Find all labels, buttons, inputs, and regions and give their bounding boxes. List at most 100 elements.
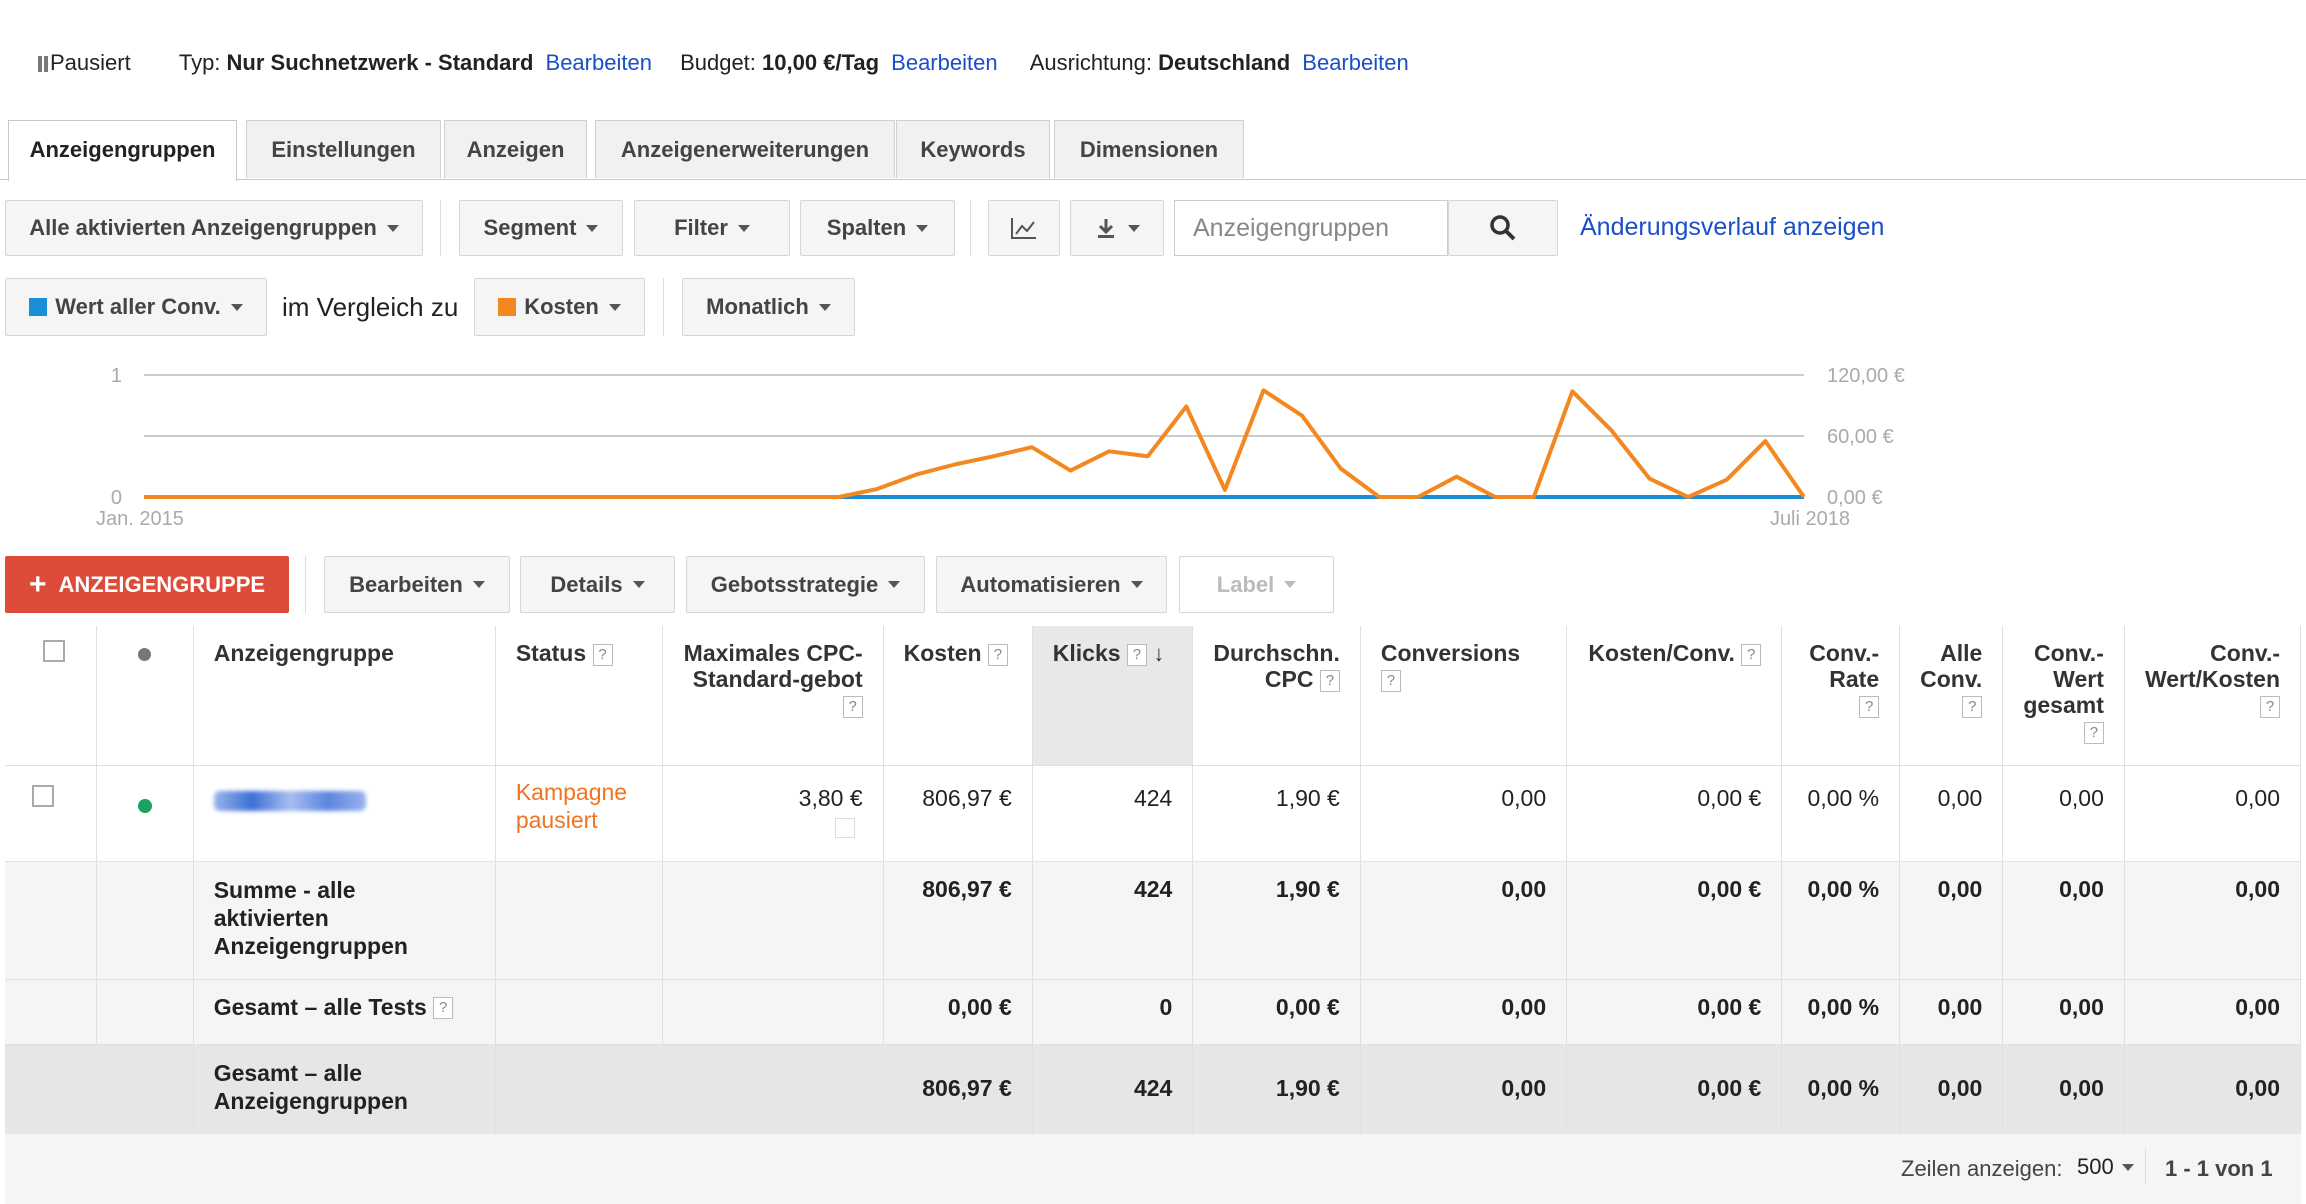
summary-total-clicks: 424 <box>1032 1044 1194 1135</box>
budget-label: Budget: <box>680 50 756 75</box>
campaign-status-bar: Pausiert Typ: Nur Suchnetzwerk - Standar… <box>36 50 1409 76</box>
col-header-group[interactable]: Anzeigengruppe <box>193 626 496 766</box>
tab-einstellungen[interactable]: Einstellungen <box>246 120 441 178</box>
col-header-conversions[interactable]: Conversions ? <box>1360 626 1568 766</box>
summary-tests-label-cell: Gesamt – alle Tests ? <box>193 979 496 1045</box>
col-header-conv-value-cost[interactable]: Conv.-Wert/Kosten? <box>2124 626 2302 766</box>
targeting-value: Deutschland <box>1158 50 1291 75</box>
metric2-dropdown[interactable]: Kosten <box>474 278 645 336</box>
summary-tests-all-conv: 0,00 <box>1899 979 2004 1045</box>
segment-dropdown[interactable]: Segment <box>459 200 623 256</box>
rows-per-page-select[interactable]: 500 <box>2077 1154 2134 1180</box>
filter-dropdown[interactable]: Filter <box>634 200 790 256</box>
chevron-down-icon <box>1128 224 1140 232</box>
summary-total-cost-conv: 0,00 € <box>1566 1044 1783 1135</box>
select-all-checkbox[interactable] <box>42 640 65 662</box>
help-icon[interactable]: ? <box>2083 721 2104 744</box>
help-icon[interactable]: ? <box>1962 695 1983 718</box>
add-adgroup-button[interactable]: + ANZEIGENGRUPPE <box>5 556 289 613</box>
col-header-cost-conv[interactable]: Kosten/Conv. ? <box>1566 626 1783 766</box>
row-checkbox[interactable] <box>32 784 54 807</box>
help-icon[interactable]: ? <box>1380 669 1401 692</box>
summary-tests-conv-rate: 0,00 % <box>1781 979 1901 1045</box>
sort-down-arrow-icon: ↓ <box>1153 641 1165 666</box>
row-max-cpc[interactable]: 3,80 € <box>662 765 884 862</box>
chevron-down-icon <box>1284 581 1297 588</box>
summary-active-all-conv: 0,00 <box>1899 861 2004 980</box>
label-dropdown: Label <box>1179 556 1334 613</box>
col-header-clicks[interactable]: Klicks ? ↓ <box>1032 626 1194 766</box>
help-icon[interactable]: ? <box>1126 643 1147 666</box>
summary-tests-conv-value: 0,00 <box>2002 979 2125 1045</box>
help-icon[interactable]: ? <box>433 997 454 1020</box>
details-dropdown[interactable]: Details <box>520 556 675 613</box>
toggle-chart-button[interactable] <box>988 200 1060 256</box>
summary-tests-conversions: 0,00 <box>1360 979 1568 1045</box>
adgroup-filter-dropdown[interactable]: Alle aktivierten Anzeigengruppen <box>5 200 423 256</box>
help-icon[interactable]: ? <box>842 695 863 718</box>
search-button[interactable] <box>1448 200 1558 256</box>
adgroup-name-link[interactable] <box>193 765 496 862</box>
help-icon[interactable]: ? <box>987 643 1008 666</box>
right-axis-tick-label: 0,00 € <box>1827 487 1883 509</box>
metric1-dropdown[interactable]: Wert aller Conv. <box>5 278 267 336</box>
edit-type-link[interactable]: Bearbeiten <box>546 50 652 75</box>
edit-targeting-link[interactable]: Bearbeiten <box>1302 50 1408 75</box>
edit-budget-link[interactable]: Bearbeiten <box>891 50 997 75</box>
chevron-down-icon <box>386 224 399 232</box>
tab-anzeigengruppen[interactable]: Anzeigengruppen <box>8 120 237 181</box>
campaign-state: Pausiert <box>50 50 131 75</box>
summary-tests-clicks: 0 <box>1032 979 1194 1045</box>
search-input[interactable] <box>1174 200 1448 256</box>
summary-total-conv-value-cost: 0,00 <box>2124 1044 2302 1135</box>
columns-dropdown[interactable]: Spalten <box>800 200 955 256</box>
summary-row-active: Summe - alle aktivierten Anzeigengruppen… <box>5 861 2302 980</box>
row-avg-cpc: 1,90 € <box>1192 765 1361 862</box>
rows-label: Zeilen anzeigen: <box>1901 1156 2063 1181</box>
download-button[interactable] <box>1070 200 1164 256</box>
chevron-down-icon <box>632 581 645 588</box>
chart-icon <box>1011 218 1036 239</box>
active-status-dot-icon <box>137 798 152 813</box>
summary-total-conv-rate: 0,00 % <box>1781 1044 1901 1135</box>
summary-total-label: Gesamt – alle Anzeigengruppen <box>193 1044 496 1135</box>
col-header-max-cpc[interactable]: Maximales CPC-Standard-gebot? <box>662 626 884 766</box>
help-icon[interactable]: ? <box>1741 643 1762 666</box>
col-header-avg-cpc[interactable]: Durchschn. CPC ? <box>1192 626 1361 766</box>
automate-dropdown[interactable]: Automatisieren <box>936 556 1167 613</box>
help-icon[interactable]: ? <box>2260 695 2280 718</box>
tab-keywords[interactable]: Keywords <box>896 120 1050 178</box>
help-icon[interactable]: ? <box>592 643 613 666</box>
pause-icon <box>36 56 50 72</box>
targeting-label: Ausrichtung: <box>1029 50 1152 75</box>
row-conv-rate: 0,00 % <box>1781 765 1901 862</box>
summary-row-tests: Gesamt – alle Tests ? 0,00 € 0 0,00 € 0,… <box>5 979 2302 1045</box>
summary-total-conversions: 0,00 <box>1360 1044 1568 1135</box>
col-header-conv-rate[interactable]: Conv.-Rate? <box>1781 626 1901 766</box>
help-icon[interactable]: ? <box>1859 695 1880 718</box>
status-dot-header-icon <box>138 648 152 661</box>
col-header-cost[interactable]: Kosten ? <box>883 626 1033 766</box>
summary-active-conv-value: 0,00 <box>2002 861 2125 980</box>
right-axis-tick-label: 60,00 € <box>1827 426 1894 448</box>
bid-strategy-dropdown[interactable]: Gebotsstrategie <box>686 556 925 613</box>
tab-anzeigenerweiterungen[interactable]: Anzeigenerweiterungen <box>595 120 895 178</box>
tab-dimensionen[interactable]: Dimensionen <box>1054 120 1244 178</box>
change-history-link[interactable]: Änderungsverlauf anzeigen <box>1580 213 1884 242</box>
tab-anzeigen[interactable]: Anzeigen <box>444 120 587 178</box>
chevron-down-icon <box>916 224 929 232</box>
row-cost-conv: 0,00 € <box>1566 765 1783 862</box>
summary-active-label: Summe - alle aktivierten Anzeigengruppen <box>193 861 496 980</box>
col-header-status[interactable]: Status ? <box>495 626 664 766</box>
summary-tests-conv-value-cost: 0,00 <box>2124 979 2302 1045</box>
edit-dropdown[interactable]: Bearbeiten <box>324 556 510 613</box>
help-icon[interactable]: ? <box>1319 669 1340 692</box>
col-header-all-conv[interactable]: Alle Conv.? <box>1899 626 2004 766</box>
toolbar-divider <box>305 556 306 613</box>
row-all-conv: 0,00 <box>1899 765 2004 862</box>
col-header-conv-value[interactable]: Conv.-Wert gesamt? <box>2002 626 2125 766</box>
period-dropdown[interactable]: Monatlich <box>682 278 855 336</box>
left-axis-tick-label: 1 <box>111 365 122 387</box>
bid-edit-icon[interactable] <box>834 817 855 838</box>
row-conversions: 0,00 <box>1360 765 1568 862</box>
